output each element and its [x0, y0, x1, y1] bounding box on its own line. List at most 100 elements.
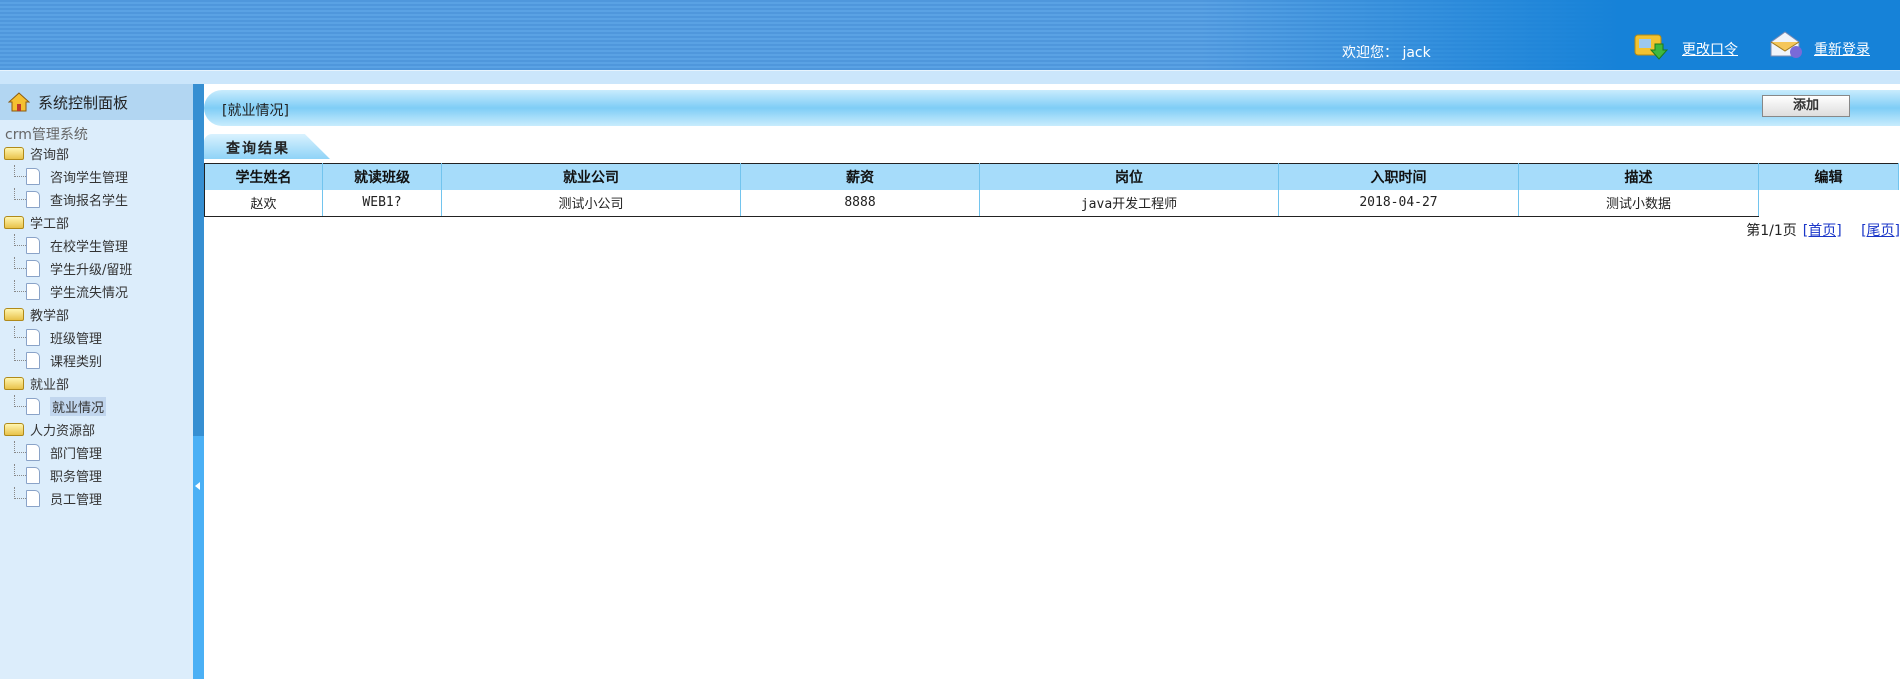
- group-label: 人力资源部: [30, 424, 96, 439]
- sidebar-item-label: 班级管理: [50, 332, 103, 347]
- page-title-bar: [就业情况] 添加: [204, 90, 1900, 126]
- sidebar-item[interactable]: 班级管理: [0, 325, 193, 349]
- sidebar-item-label: 课程类别: [50, 355, 103, 370]
- sidebar-title: 系统控制面板: [38, 93, 129, 112]
- page-info: 第1/1页: [1746, 223, 1797, 239]
- sidebar-item-label: 员工管理: [50, 493, 103, 508]
- mail-relogin-icon[interactable]: [1768, 30, 1804, 60]
- folder-icon: [4, 147, 24, 160]
- sidebar-item[interactable]: 咨询学生管理: [0, 164, 193, 188]
- sidebar-item-label: 部门管理: [50, 447, 103, 462]
- sidebar-item-label: 查询报名学生: [50, 194, 129, 209]
- document-icon: [26, 398, 40, 415]
- table-cell: 测试小公司: [441, 189, 741, 217]
- group-label: 就业部: [30, 378, 70, 393]
- sidebar-header: 系统控制面板: [0, 84, 193, 120]
- table-cell: java开发工程师: [979, 189, 1279, 217]
- sidebar-item-label: 在校学生管理: [50, 240, 129, 255]
- results-table: 学生姓名 就读班级 就业公司 薪资 岗位 入职时间 描述 编辑 赵欢 WEB1? 测试小公司 888…: [204, 163, 1899, 217]
- last-page-link[interactable]: [尾页]: [1861, 223, 1900, 239]
- header-strip: [0, 70, 1900, 84]
- sidebar-item-label: 职务管理: [50, 470, 103, 485]
- page-title: [就业情况]: [222, 103, 289, 119]
- tree-line: [14, 440, 26, 453]
- folder-download-icon[interactable]: [1633, 30, 1669, 60]
- top-banner: [0, 0, 1900, 70]
- home-icon: [7, 92, 31, 112]
- tree-line: [14, 325, 26, 338]
- table-cell: 8888: [740, 189, 980, 217]
- pagination: 第1/1页 [首页] [尾页]: [1746, 220, 1900, 240]
- group-label: 学工部: [30, 217, 70, 232]
- sidebar: 系统控制面板 crm管理系统 咨询部咨询学生管理 查询报名学生学工部在校学生管理学…: [0, 84, 193, 679]
- folder-icon: [4, 308, 24, 321]
- sidebar-item[interactable]: 员工管理: [0, 486, 193, 510]
- column-header: 学生姓名: [204, 163, 323, 190]
- sidebar-item[interactable]: 学生升级/留班: [0, 256, 193, 280]
- document-icon: [26, 467, 40, 484]
- sidebar-toggle[interactable]: [193, 84, 204, 679]
- column-header: 编辑: [1758, 163, 1899, 190]
- sidebar-group[interactable]: 咨询部: [0, 142, 193, 165]
- column-header: 入职时间: [1278, 163, 1519, 190]
- document-icon: [26, 444, 40, 461]
- tree-line: [14, 394, 26, 407]
- document-icon: [26, 352, 40, 369]
- table-cell: 赵欢: [204, 189, 323, 217]
- table-cell: WEB1?: [322, 189, 442, 217]
- table-cell: 2018-04-27: [1278, 189, 1519, 217]
- sidebar-item[interactable]: 职务管理: [0, 463, 193, 487]
- tree-line: [14, 486, 26, 499]
- tree-line: [14, 233, 26, 246]
- sidebar-item-label: 学生流失情况: [50, 286, 129, 301]
- folder-icon: [4, 216, 24, 229]
- tree-line: [14, 279, 26, 292]
- sidebar-item[interactable]: 就业情况: [0, 394, 193, 418]
- tree-line: [14, 187, 26, 200]
- sidebar-item[interactable]: 学生流失情况: [0, 279, 193, 303]
- tree-line: [14, 164, 26, 177]
- sidebar-group[interactable]: 人力资源部: [0, 418, 193, 441]
- document-icon: [26, 283, 40, 300]
- table-cell: 测试小数据: [1518, 189, 1759, 217]
- column-header: 就业公司: [441, 163, 741, 190]
- edit-cell: [1759, 190, 1899, 217]
- tree-line: [14, 256, 26, 269]
- sidebar-group[interactable]: 教学部: [0, 303, 193, 326]
- document-icon: [26, 490, 40, 507]
- document-icon: [26, 168, 40, 185]
- tab-query-results[interactable]: 查询结果: [204, 134, 330, 159]
- tab-label: 查询结果: [226, 141, 290, 157]
- document-icon: [26, 329, 40, 346]
- sidebar-group[interactable]: 就业部: [0, 372, 193, 395]
- group-label: 咨询部: [30, 148, 70, 163]
- folder-icon: [4, 377, 24, 390]
- column-header: 描述: [1518, 163, 1759, 190]
- collapse-arrow-icon[interactable]: [195, 482, 200, 490]
- column-header: 就读班级: [322, 163, 442, 190]
- sidebar-item[interactable]: 课程类别: [0, 348, 193, 372]
- folder-icon: [4, 423, 24, 436]
- document-icon: [26, 260, 40, 277]
- sidebar-item[interactable]: 查询报名学生: [0, 187, 193, 211]
- change-password-link[interactable]: 更改口令: [1682, 39, 1738, 59]
- sidebar-item-label: 学生升级/留班: [50, 263, 133, 278]
- system-name: crm管理系统: [5, 127, 88, 143]
- sidebar-item[interactable]: 在校学生管理: [0, 233, 193, 257]
- sidebar-item-label: 就业情况: [50, 397, 107, 416]
- column-header: 岗位: [979, 163, 1279, 190]
- document-icon: [26, 191, 40, 208]
- table-row: 赵欢 WEB1? 测试小公司 8888 java开发工程师 2018-04-27 测试小数据: [204, 189, 1899, 217]
- column-header: 薪资: [740, 163, 980, 190]
- sidebar-item[interactable]: 部门管理: [0, 440, 193, 464]
- welcome-text: 欢迎您： jack: [1342, 45, 1431, 61]
- tree-line: [14, 463, 26, 476]
- add-button[interactable]: 添加: [1762, 95, 1850, 117]
- document-icon: [26, 237, 40, 254]
- relogin-link[interactable]: 重新登录: [1814, 39, 1870, 59]
- tree-line: [14, 348, 26, 361]
- sidebar-group[interactable]: 学工部: [0, 211, 193, 234]
- first-page-link[interactable]: [首页]: [1803, 223, 1842, 239]
- group-label: 教学部: [30, 309, 70, 324]
- sidebar-item-label: 咨询学生管理: [50, 171, 129, 186]
